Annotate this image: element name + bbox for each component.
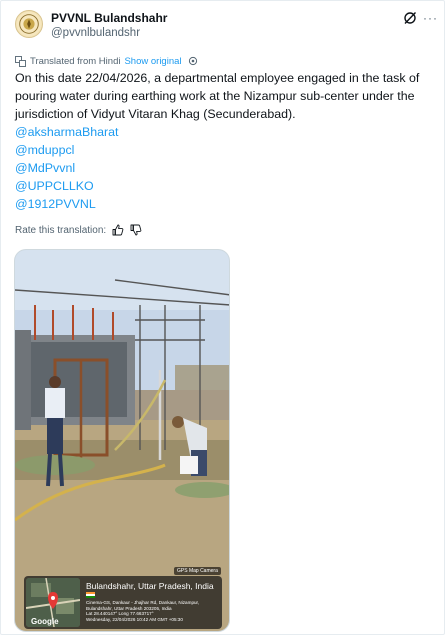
mention-link[interactable]: @1912PVVNL [15, 195, 119, 213]
india-flag-icon [86, 592, 95, 598]
show-original-link[interactable]: Show original [124, 56, 181, 67]
mention-link[interactable]: @aksharmaBharat [15, 123, 119, 141]
gps-location-title: Bulandshahr, Uttar Pradesh, India [86, 581, 214, 591]
mention-link[interactable]: @UPPCLLKO [15, 177, 119, 195]
rate-translation-row: Rate this translation: [15, 223, 142, 237]
tweet-card: PVVNL Bulandshahr @pvvnlbulandshr ··· Tr… [0, 0, 445, 635]
more-options-icon[interactable]: ··· [423, 12, 437, 24]
mention-link[interactable]: @mduppcl [15, 141, 119, 159]
gps-address-line-1: Cinema-GS, Dankaur - Jhajhar Rd, Dankaur… [86, 600, 200, 605]
gps-app-label: GPS Map Camera [174, 567, 221, 575]
author-display-name[interactable]: PVVNL Bulandshahr [51, 11, 167, 25]
google-map-brand: Google [31, 617, 59, 626]
thumbs-down-icon[interactable] [130, 224, 142, 236]
gps-stamp-overlay: GPS Map Camera Google Bulandshahr, Uttar… [24, 567, 222, 629]
pvvnl-logo-avatar[interactable] [15, 10, 43, 38]
tweet-body-text: On this date 22/04/2026, a departmental … [15, 71, 420, 121]
gps-datetime: Wednesday, 22/04/2026 10:42 AM GMT +05:3… [86, 616, 183, 622]
translate-icon [15, 55, 26, 67]
mention-link[interactable]: @MdPvvnl [15, 159, 119, 177]
translation-notice: Translated from Hindi Show original [15, 54, 198, 68]
rate-translation-label: Rate this translation: [15, 224, 107, 236]
gear-icon[interactable] [188, 56, 198, 66]
grok-slash-icon[interactable] [403, 11, 417, 25]
translated-from-label: Translated from Hindi [30, 55, 121, 67]
mentions-list: @aksharmaBharat @mduppcl @MdPvvnl @UPPCL… [15, 123, 119, 213]
map-thumbnail: Google [26, 578, 80, 627]
author-handle[interactable]: @pvvnlbulandshr [51, 27, 140, 39]
gps-details: Cinema-GS, Dankaur - Jhajhar Rd, Dankaur… [86, 600, 218, 622]
thumbs-up-icon[interactable] [112, 224, 124, 236]
tweet-photo[interactable]: GPS Map Camera Google Bulandshahr, Uttar… [14, 249, 230, 632]
